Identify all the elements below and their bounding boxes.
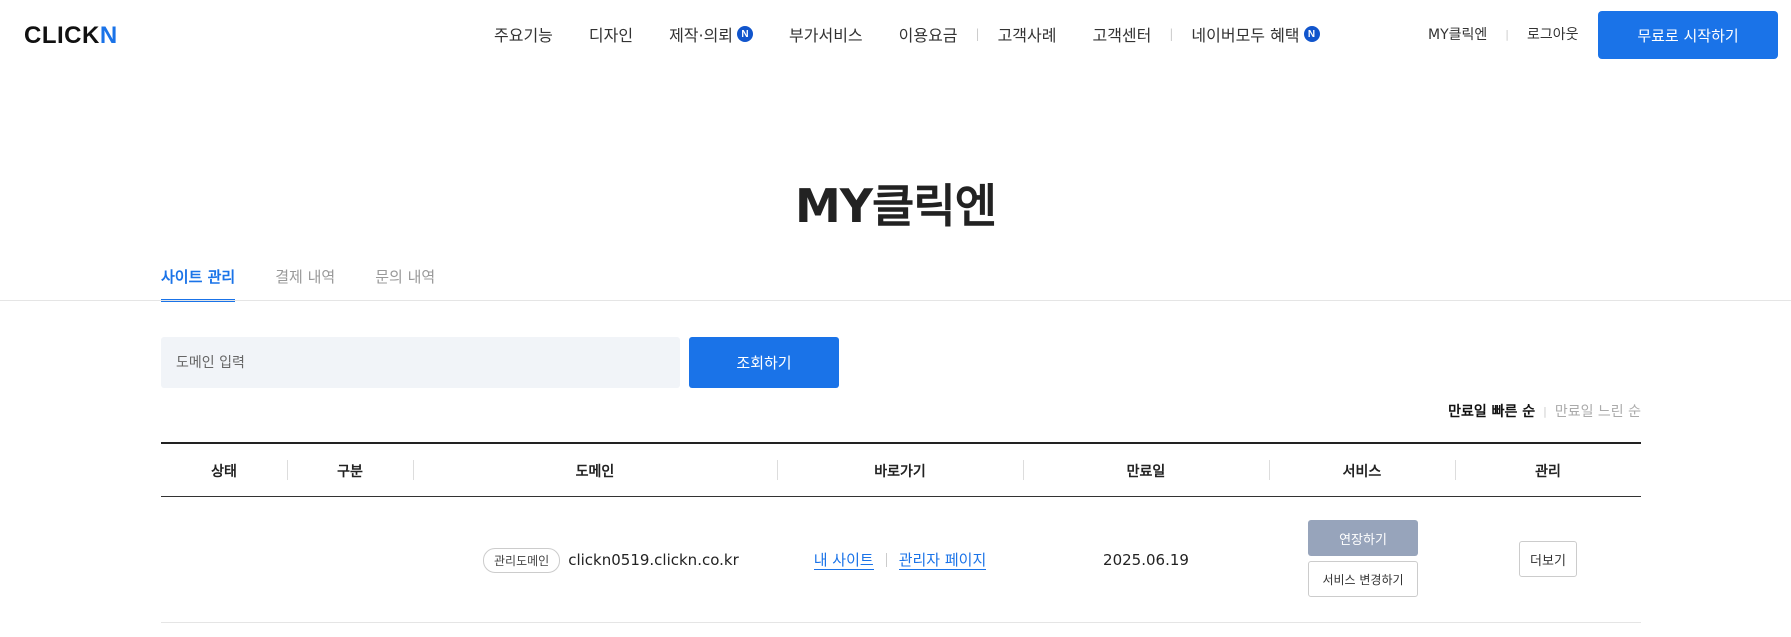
sort-options: 만료일 빠른 순 | 만료일 느린 순: [1448, 401, 1641, 421]
domain-search-input[interactable]: [161, 337, 680, 388]
renew-button[interactable]: 연장하기: [1308, 520, 1418, 556]
col-status: 상태: [211, 463, 237, 480]
link-divider: [885, 553, 887, 567]
new-badge-icon: N: [737, 26, 754, 42]
nav-label: 이용요금: [898, 26, 958, 45]
nav-item-pricing[interactable]: 이용요금: [899, 22, 958, 46]
domain-cell: 관리도메인 clickn0519.clickn.co.kr: [483, 497, 739, 623]
shortcut-cell: 내 사이트 관리자 페이지: [777, 497, 1023, 623]
nav-label: 고객사례: [997, 26, 1057, 45]
nav-item-design[interactable]: 디자인: [589, 22, 633, 46]
managed-domain-tag: 관리도메인: [483, 547, 561, 573]
more-button[interactable]: 더보기: [1519, 541, 1577, 577]
nav-label: 주요기능: [494, 26, 553, 45]
table-row: 관리도메인 clickn0519.clickn.co.kr 내 사이트 관리자 …: [161, 497, 1641, 623]
nav-divider: |: [975, 27, 980, 41]
nav-item-support[interactable]: 고객센터: [1092, 22, 1151, 46]
domain-text: clickn0519.clickn.co.kr: [568, 551, 739, 569]
util-divider: |: [1505, 27, 1509, 41]
change-service-button[interactable]: 서비스 변경하기: [1308, 561, 1418, 597]
tab-bar: 사이트 관리 결제 내역 문의 내역: [161, 266, 475, 302]
nav-label: 네이버모두 혜택: [1191, 26, 1300, 45]
site-table: 상태 구분 도메인 바로가기 만료일 서비스 관리 관리도메인 clickn05…: [161, 442, 1641, 623]
my-clickn-link[interactable]: MY클릭엔: [1428, 24, 1487, 44]
col-manage: 관리: [1535, 463, 1561, 480]
tab-inquiry-history[interactable]: 문의 내역: [375, 266, 435, 302]
admin-page-link[interactable]: 관리자 페이지: [898, 551, 987, 570]
sort-divider: |: [1543, 404, 1547, 418]
col-shortcut: 바로가기: [874, 463, 926, 480]
logo-main-text: CLICK: [24, 22, 100, 49]
clickn-logo[interactable]: CLICKN: [24, 22, 118, 50]
start-free-button[interactable]: 무료로 시작하기: [1598, 11, 1778, 59]
nav-item-naver-benefit[interactable]: 네이버모두 혜택 N: [1191, 22, 1320, 46]
nav-item-addons[interactable]: 부가서비스: [789, 22, 863, 46]
col-service: 서비스: [1342, 463, 1382, 480]
nav-label: 부가서비스: [789, 26, 863, 45]
main-nav: 주요기능 디자인 제작·의뢰 N 부가서비스 이용요금 | 고객사례 고객센터 |…: [494, 22, 1320, 46]
tab-site-management[interactable]: 사이트 관리: [161, 266, 236, 302]
search-button[interactable]: 조회하기: [689, 337, 839, 388]
nav-label: 제작·의뢰: [669, 26, 734, 45]
nav-item-production[interactable]: 제작·의뢰 N: [669, 22, 754, 46]
new-badge-icon: N: [1303, 26, 1320, 42]
sort-expiry-desc[interactable]: 만료일 느린 순: [1555, 401, 1641, 421]
logo-accent-text: N: [99, 22, 118, 49]
table-header: 상태 구분 도메인 바로가기 만료일 서비스 관리: [161, 442, 1641, 497]
nav-item-cases[interactable]: 고객사례: [998, 22, 1057, 46]
col-domain: 도메인: [575, 463, 615, 480]
tab-divider: [0, 300, 1791, 301]
expiry-date: 2025.06.19: [1103, 551, 1189, 569]
tab-payment-history[interactable]: 결제 내역: [275, 266, 335, 302]
my-site-link[interactable]: 내 사이트: [813, 551, 874, 570]
nav-divider: |: [1169, 27, 1174, 41]
user-menu: MY클릭엔 | 로그아웃: [1428, 24, 1579, 44]
nav-item-features[interactable]: 주요기능: [494, 22, 553, 46]
logout-link[interactable]: 로그아웃: [1527, 24, 1579, 44]
top-header: CLICKN 주요기능 디자인 제작·의뢰 N 부가서비스 이용요금 | 고객사례…: [0, 0, 1791, 70]
nav-label: 고객센터: [1092, 26, 1152, 45]
nav-label: 디자인: [588, 26, 634, 45]
sort-expiry-asc[interactable]: 만료일 빠른 순: [1448, 401, 1535, 421]
page-title: MY클릭엔: [794, 179, 997, 233]
col-expiry: 만료일: [1126, 463, 1166, 480]
col-category: 구분: [337, 463, 363, 480]
